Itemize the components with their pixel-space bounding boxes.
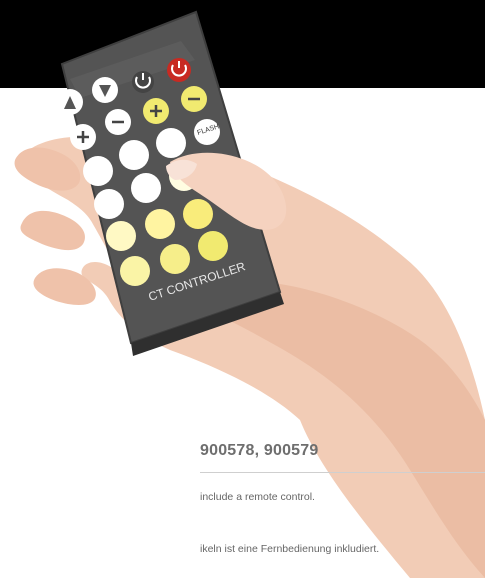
yellow-button-4 xyxy=(120,256,150,286)
yellow-button-3 xyxy=(183,199,213,229)
product-numbers: 900578, 900579 xyxy=(200,442,319,459)
title-rule xyxy=(200,472,485,473)
white-button-3 xyxy=(156,128,186,158)
finger-2 xyxy=(20,210,86,251)
yellow-button-5 xyxy=(160,244,190,274)
caption-english: include a remote control. xyxy=(200,491,315,503)
white-button-5 xyxy=(131,173,161,203)
photo-stage: CT CONTROLLER FLASH 900578, 900579 inclu… xyxy=(0,0,485,578)
caption-german: ikeln ist eine Fernbedienung inkludiert. xyxy=(200,543,380,555)
white-button-1 xyxy=(83,156,113,186)
white-button-2 xyxy=(119,140,149,170)
yellow-button-2 xyxy=(145,209,175,239)
yellow-button-1 xyxy=(106,221,136,251)
white-button-4 xyxy=(94,189,124,219)
yellow-button-6 xyxy=(198,231,228,261)
